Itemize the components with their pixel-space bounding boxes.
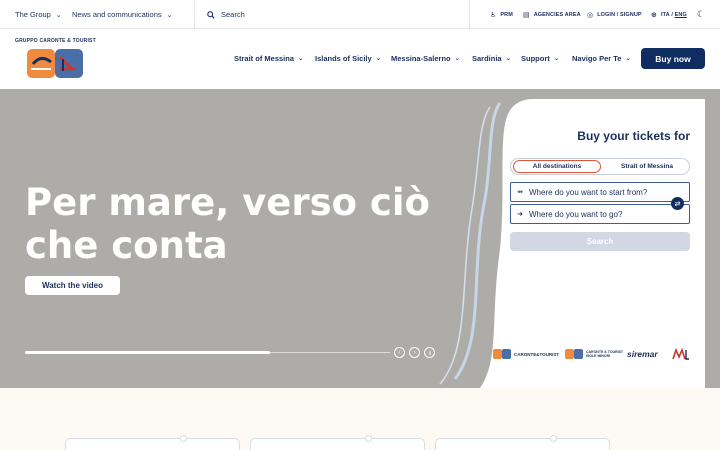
brand-isole-minori-label: CARONTE & TOURIST ISOLE MINORI [586, 350, 623, 358]
slide-progress-fill [25, 351, 270, 354]
brand-siremar[interactable]: siremar [627, 348, 658, 360]
swap-icon: ⇄ [674, 200, 681, 208]
card-tab-notch [550, 435, 557, 442]
nav-label: Islands of Sicily [315, 53, 372, 63]
destination-field[interactable]: ➜ Where do you want to go? [510, 204, 690, 224]
departure-field[interactable]: ⇴ Where do you want to start from? [510, 182, 690, 202]
top-utility-bar: The Group ⌄ News and communications ⌄ Se… [0, 0, 720, 29]
booking-title: Buy your tickets for [577, 129, 690, 143]
login-label: LOGIN / SIGNUP [597, 11, 642, 18]
globe-icon: ⊕ [651, 11, 657, 19]
booking-tabs: All destinations Strait of Messina [510, 158, 690, 175]
accessibility-icon: ♿ [490, 11, 497, 19]
arrival-icon: ➜ [517, 211, 523, 218]
nav-label: Support [521, 53, 550, 63]
user-icon: ◎ [587, 11, 594, 19]
card-tab-notch [365, 435, 372, 442]
agencies-label: AGENCIES AREA [533, 11, 581, 18]
pause-button[interactable]: ॥ [424, 347, 435, 358]
chevron-down-icon: ⌄ [454, 55, 461, 62]
chevron-down-icon: ⌄ [55, 11, 62, 19]
nav-support[interactable]: Support ⌄ [521, 48, 559, 68]
brand-caronte-tourist[interactable]: CARONTE&TOURIST [493, 348, 559, 360]
logo-caption: GRUPPO CARONTE & TOURIST [15, 38, 96, 44]
prm-link[interactable]: ♿ PRM [490, 0, 513, 29]
brand-nlg[interactable] [672, 348, 690, 360]
search-input[interactable]: Search [207, 0, 467, 29]
nav-label: Messina-Salerno [391, 53, 451, 63]
destination-placeholder: Where do you want to go? [529, 209, 623, 219]
search-button[interactable]: Search [510, 232, 690, 251]
nav-label: Sardinia [472, 53, 502, 63]
menu-the-group-label: The Group [15, 10, 51, 19]
company-logo[interactable] [27, 49, 83, 78]
hero-banner: Per mare, verso ciò che conta Watch the … [0, 89, 720, 388]
chevron-left-icon: ‹ [398, 349, 401, 356]
chevron-right-icon: › [413, 349, 416, 356]
login-link[interactable]: ◎ LOGIN / SIGNUP [587, 0, 642, 29]
nav-label: Strait of Messina [234, 53, 295, 63]
watch-video-button[interactable]: Watch the video [25, 276, 120, 295]
lang-eng[interactable]: ENG [675, 12, 687, 18]
nav-islands-of-sicily[interactable]: Islands of Sicily ⌄ [315, 48, 381, 68]
lang-ita[interactable]: ITA [661, 12, 670, 18]
building-icon: ▤ [523, 11, 530, 19]
search-placeholder: Search [221, 10, 245, 19]
isole-minori-logo-mark [565, 349, 583, 359]
chevron-down-icon: ⌄ [166, 11, 173, 19]
divider [469, 0, 470, 29]
tab-all-destinations[interactable]: All destinations [513, 160, 601, 173]
nav-strait-of-messina[interactable]: Strait of Messina ⌄ [234, 48, 303, 68]
chevron-down-icon: ⌄ [553, 55, 560, 62]
brand-caronte-label: CARONTE&TOURIST [514, 351, 560, 357]
chevron-down-icon: ⌄ [298, 55, 304, 62]
hero-title: Per mare, verso ciò che conta [25, 181, 430, 267]
brand-siremar-label: siremar [627, 349, 658, 359]
tab-strait-of-messina[interactable]: Strait of Messina [606, 160, 688, 173]
brand-isole-minori[interactable]: CARONTE & TOURIST ISOLE MINORI [565, 348, 623, 360]
info-card[interactable] [435, 435, 610, 450]
nav-label: Navigo Per Te [572, 53, 622, 63]
language-switcher[interactable]: ⊕ ITA / ENG [651, 0, 687, 29]
pause-icon: ॥ [427, 350, 432, 357]
theme-toggle[interactable]: ☾ [697, 0, 705, 29]
previous-slide-button[interactable]: ‹ [394, 347, 405, 358]
nav-messina-salerno[interactable]: Messina-Salerno ⌄ [391, 48, 460, 68]
divider [194, 0, 195, 29]
nav-navigo-per-te[interactable]: Navigo Per Te ⌄ [572, 48, 631, 68]
nlg-logo-mark [672, 348, 689, 360]
departure-icon: ⇴ [517, 189, 523, 196]
info-card[interactable] [250, 435, 425, 450]
menu-the-group[interactable]: The Group ⌄ [15, 0, 62, 29]
menu-news[interactable]: News and communications ⌄ [72, 0, 173, 29]
departure-placeholder: Where do you want to start from? [529, 187, 648, 197]
brand-isole-minori-line2: ISOLE MINORI [586, 354, 611, 358]
chevron-down-icon: ⌄ [505, 55, 512, 62]
next-slide-button[interactable]: › [409, 347, 420, 358]
content-section [0, 388, 720, 450]
card-tab-notch [180, 435, 187, 442]
info-card[interactable] [65, 435, 240, 450]
moon-icon: ☾ [697, 9, 706, 19]
menu-news-label: News and communications [72, 10, 162, 19]
buy-now-button[interactable]: Buy now [641, 48, 705, 69]
nav-sardinia[interactable]: Sardinia ⌄ [472, 48, 511, 68]
chevron-down-icon: ⌄ [375, 55, 382, 62]
chevron-down-icon: ⌄ [625, 55, 631, 62]
agencies-area-link[interactable]: ▤ AGENCIES AREA [523, 0, 581, 29]
swap-route-button[interactable]: ⇄ [671, 197, 684, 210]
caronte-logo-mark [493, 349, 511, 359]
prm-label: PRM [500, 11, 513, 18]
search-icon [207, 10, 215, 19]
